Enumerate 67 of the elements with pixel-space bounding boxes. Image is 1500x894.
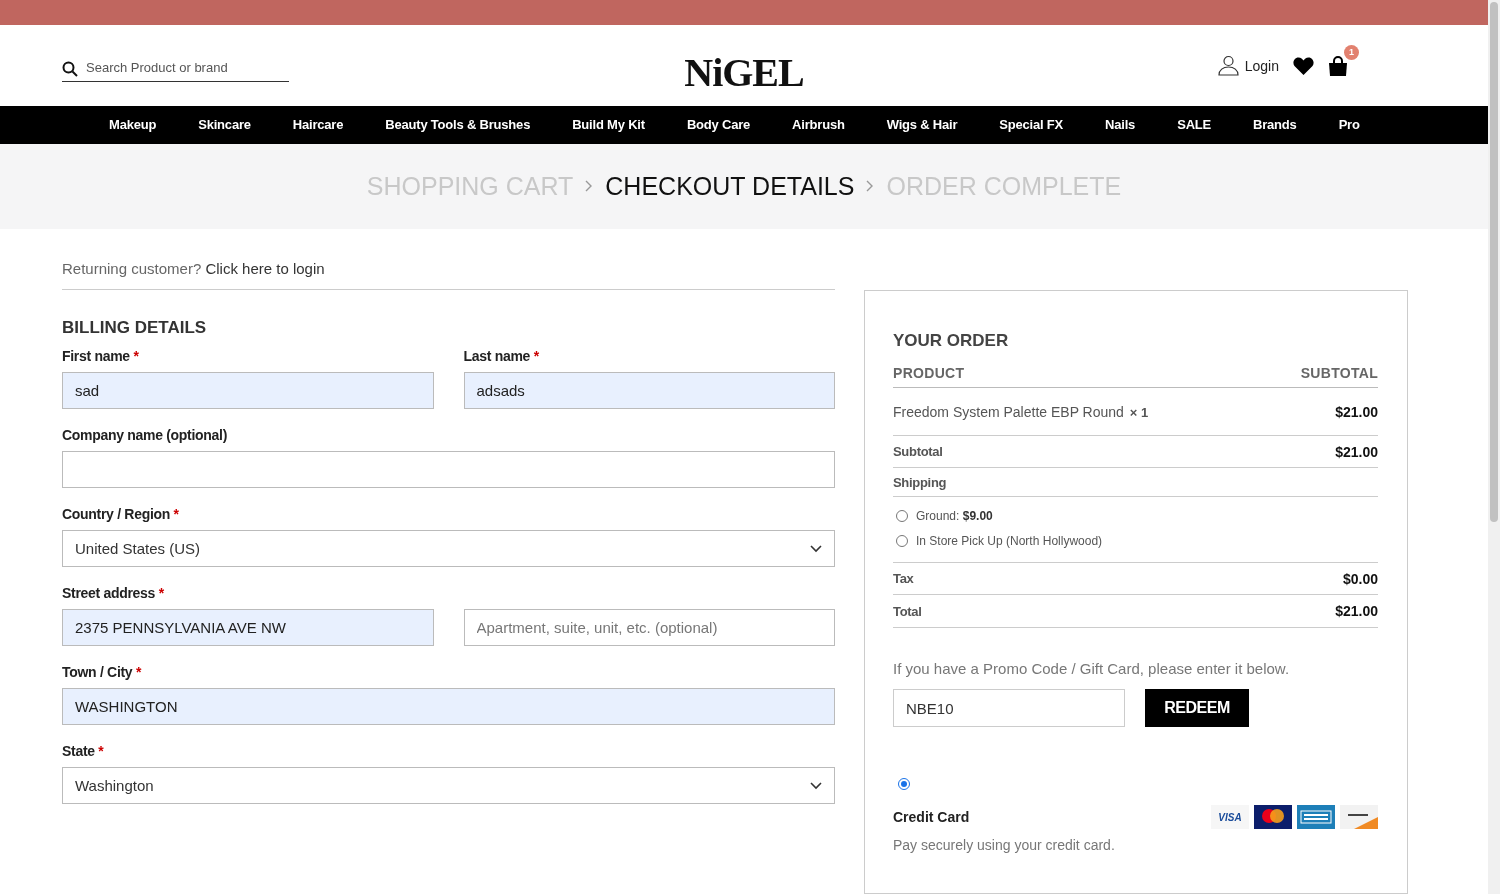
checkout-step[interactable]: CHECKOUT DETAILS: [605, 171, 855, 201]
column-header: SUBTOTAL: [1300, 365, 1378, 381]
shipping-option[interactable]: In Store Pick Up (North Hollywood): [896, 534, 1378, 548]
nav-link[interactable]: Haircare: [292, 117, 344, 133]
price: $0.00: [1342, 570, 1378, 587]
field-label: Street address *: [62, 585, 165, 601]
shipping-label: Shipping: [893, 474, 947, 490]
price: $21.00: [1335, 403, 1378, 420]
nav-link[interactable]: Makeup: [109, 117, 157, 133]
billing-title: BILLING DETAILS: [62, 318, 208, 338]
text-field[interactable]: [62, 451, 835, 488]
promo-text: If you have a Promo Code / Gift Card, please enter it below.: [893, 660, 1291, 677]
field-label: Last name *: [463, 348, 540, 364]
nav-link[interactable]: Skincare: [198, 117, 251, 133]
user-icon: [1217, 55, 1239, 77]
select-field[interactable]: Washington: [62, 767, 835, 804]
field-label: First name *: [62, 348, 140, 364]
nav-link[interactable]: Pro: [1338, 117, 1360, 133]
chevron-down-icon: [810, 781, 822, 790]
product-name: Freedom System Palette EBP Round × 1: [893, 403, 1149, 420]
price: $21.00: [1335, 443, 1378, 460]
field-label: Town / City *: [62, 664, 143, 680]
nav-link[interactable]: Nails: [1105, 117, 1136, 133]
chevron-right-icon: [866, 180, 875, 193]
chevron-down-icon: [810, 544, 822, 553]
shipping-option[interactable]: Ground: $9.00: [896, 509, 1378, 523]
payment-description: Pay securely using your credit card.: [893, 837, 1116, 853]
subtotal-label: Subtotal: [893, 444, 943, 459]
nav-link[interactable]: Beauty Tools & Brushes: [385, 117, 531, 133]
logo[interactable]: NiGEL: [684, 49, 804, 97]
nav-link[interactable]: Body Care: [686, 117, 751, 133]
order-title: YOUR ORDER: [893, 331, 1010, 351]
nav-link[interactable]: Brands: [1253, 117, 1297, 133]
nav-link[interactable]: Build My Kit: [572, 117, 645, 133]
column-header: PRODUCT: [893, 365, 965, 381]
field-label: Company name (optional): [62, 427, 228, 443]
redeem-button[interactable]: REDEEM: [1145, 689, 1249, 727]
nav-link[interactable]: Airbrush: [792, 117, 845, 133]
nav-link[interactable]: Wigs & Hair: [886, 117, 958, 133]
discover-card-icon: [1340, 805, 1378, 829]
scrollbar[interactable]: [1488, 0, 1500, 894]
payment-title: Credit Card: [893, 809, 970, 825]
payment-radio[interactable]: [898, 778, 910, 790]
nav-link[interactable]: Special FX: [999, 117, 1064, 133]
heart-icon[interactable]: [1293, 56, 1314, 75]
shopping-bag-icon[interactable]: [1328, 55, 1348, 76]
field-label: Country / Region *: [62, 506, 180, 522]
returning-customer-text: Returning customer? Click here to login: [62, 260, 835, 290]
text-field[interactable]: adsads: [463, 372, 835, 409]
field-label: State *: [62, 743, 105, 759]
text-field[interactable]: WASHINGTON: [62, 688, 835, 725]
cart-count-badge: 1: [1344, 44, 1359, 60]
text-field[interactable]: 2375 PENNSYLVANIA AVE NW: [62, 609, 434, 646]
chevron-right-icon: [585, 180, 594, 193]
nav-link[interactable]: SALE: [1177, 117, 1212, 133]
login-link[interactable]: Click here to login: [205, 260, 325, 277]
amex-card-icon: [1297, 805, 1335, 829]
text-field[interactable]: sad: [62, 372, 434, 409]
select-field[interactable]: United States (US): [62, 530, 835, 567]
tax-label: Tax: [893, 571, 914, 586]
total-label: Total: [893, 603, 922, 619]
visa-card-icon: VISA: [1211, 805, 1249, 829]
text-field[interactable]: Apartment, suite, unit, etc. (optional): [463, 609, 835, 646]
promo-code-field[interactable]: NBE10: [893, 689, 1125, 727]
mastercard-icon: [1254, 805, 1292, 829]
price: $21.00: [1335, 603, 1378, 619]
login-link[interactable]: Login: [1217, 55, 1279, 77]
